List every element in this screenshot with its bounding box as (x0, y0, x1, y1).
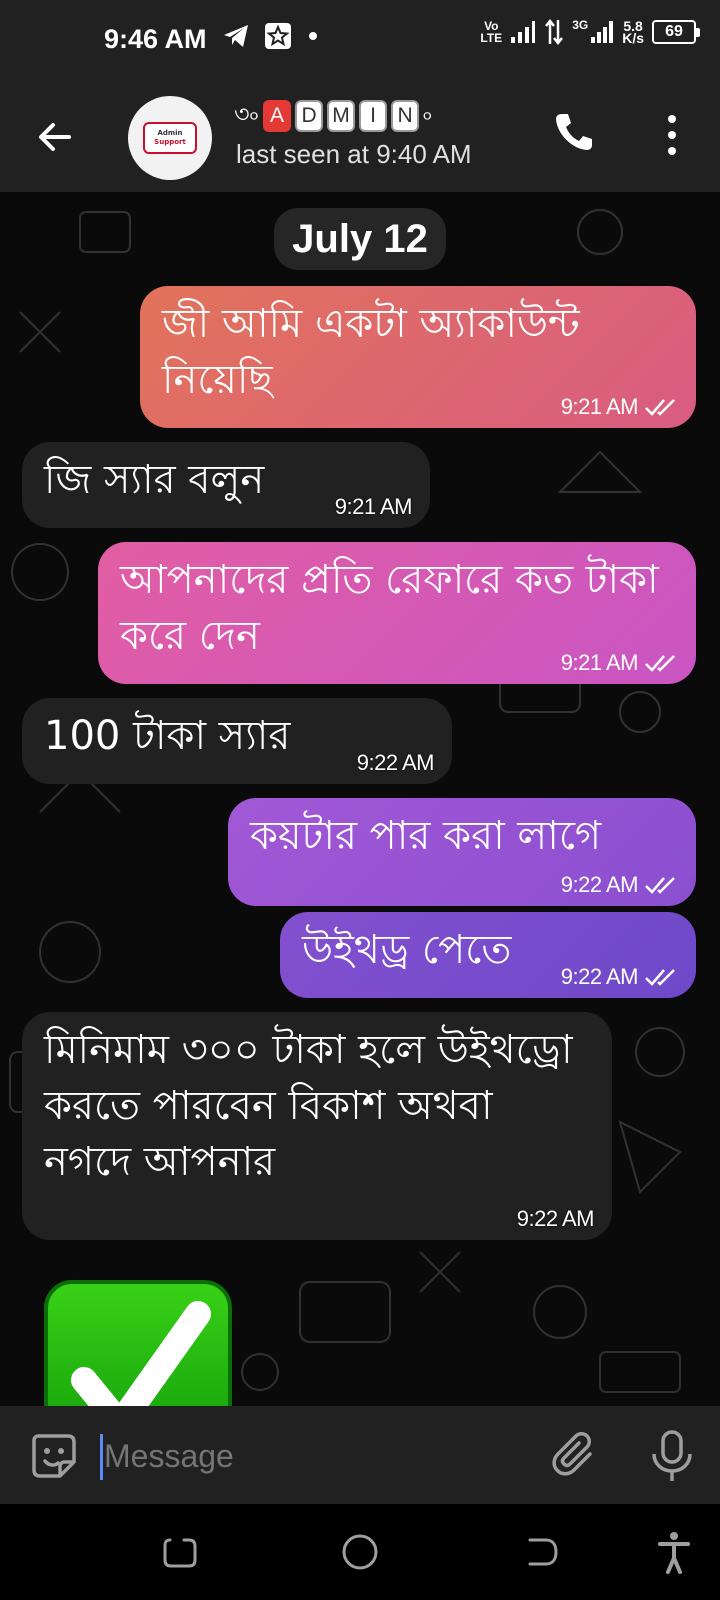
phone-icon (556, 114, 592, 150)
checkmark-sticker[interactable] (44, 1280, 232, 1406)
more-vert-icon (668, 115, 676, 155)
name-letter: N (391, 100, 420, 132)
telegram-icon (224, 25, 248, 47)
message-meta: 9:22 AM (561, 872, 678, 898)
paperclip-icon (552, 1432, 592, 1476)
message-list[interactable]: July 12 জী আমি একটা অ্যাকাউন্ট নিয়েছি 9… (0, 192, 720, 1406)
message-meta: 9:22 AM (516, 1206, 595, 1232)
accessibility-icon (658, 1532, 690, 1574)
text-cursor (100, 1434, 103, 1480)
outgoing-message[interactable]: জী আমি একটা অ্যাকাউন্ট নিয়েছি 9:21 AM (140, 286, 696, 428)
message-time: 9:21 AM (560, 650, 639, 675)
home-button[interactable] (336, 1528, 384, 1576)
message-time: 9:22 AM (560, 964, 639, 989)
signal-icon (511, 21, 536, 43)
call-button[interactable] (552, 110, 602, 160)
message-time: 9:22 AM (560, 872, 639, 897)
double-check-icon (645, 969, 675, 986)
name-letter: D (295, 100, 324, 132)
3g-indicator: 3G (572, 18, 589, 32)
date-chip: July 12 (274, 208, 446, 270)
accessibility-button[interactable] (650, 1528, 698, 1576)
name-suffix: ৹ (423, 100, 433, 128)
message-meta: 9:21 AM (561, 394, 678, 420)
name-prefix: ৩৹ (234, 100, 260, 128)
message-text: কয়টার পার করা লাগে (250, 813, 602, 859)
message-time: 9:21 AM (560, 394, 639, 419)
back-button[interactable] (30, 112, 80, 162)
back-nav-icon (528, 1538, 558, 1566)
recents-button[interactable] (156, 1528, 204, 1576)
dot-icon (309, 32, 317, 40)
voice-message-button[interactable] (646, 1428, 698, 1484)
sticker-button[interactable] (28, 1430, 80, 1482)
message-time: 9:22 AM (516, 1206, 595, 1231)
incoming-message[interactable]: জি স্যার বলুন 9:21 AM (22, 442, 430, 528)
volte-indicator: Vo LTE (480, 19, 503, 45)
sticker-icon (32, 1434, 76, 1478)
message-text: আপনাদের প্রতি রেফারে কত টাকা করে দেন (120, 557, 659, 659)
star-badge-icon (265, 23, 291, 49)
microphone-icon (652, 1430, 692, 1481)
signal-2-icon (591, 21, 614, 43)
message-meta: 9:21 AM (334, 494, 413, 520)
battery-level: 69 (665, 23, 683, 40)
status-time: 9:46 AM (104, 24, 207, 54)
system-navigation-bar (0, 1504, 720, 1600)
notification-icons (222, 22, 320, 50)
message-meta: 9:22 AM (561, 964, 678, 990)
admin-support-logo: Admin Support (143, 122, 197, 154)
name-letter: A (263, 100, 292, 132)
double-check-icon (645, 877, 675, 894)
name-letter: I (359, 100, 388, 132)
message-meta: 9:22 AM (356, 750, 435, 776)
back-nav-button[interactable] (516, 1528, 564, 1576)
avatar[interactable]: Admin Support (128, 96, 212, 180)
last-seen-status: last seen at 9:40 AM (236, 139, 472, 169)
recents-icon (163, 1538, 197, 1568)
message-text: মিনিমাম ৩০০ টাকা হলে উইথড্রো করতে পারবেন… (44, 1027, 573, 1185)
incoming-message[interactable]: 100 টাকা স্যার 9:22 AM (22, 698, 452, 784)
outgoing-message[interactable]: উইথড্র পেতে 9:22 AM (280, 912, 696, 998)
more-options-button[interactable] (650, 110, 694, 160)
data-arrows-icon (545, 18, 564, 46)
network-speed: 5.8 K/s (622, 18, 644, 46)
name-letter: M (327, 100, 356, 132)
message-text: জী আমি একটা অ্যাকাউন্ট নিয়েছি (162, 301, 580, 403)
home-circle-icon (342, 1534, 378, 1570)
back-arrow-icon (39, 123, 71, 151)
outgoing-message[interactable]: আপনাদের প্রতি রেফারে কত টাকা করে দেন 9:2… (98, 542, 696, 684)
message-composer (0, 1406, 720, 1504)
incoming-message[interactable]: মিনিমাম ৩০০ টাকা হলে উইথড্রো করতে পারবেন… (22, 1012, 612, 1240)
double-check-icon (645, 399, 675, 416)
battery-icon: 69 (652, 20, 700, 44)
double-check-icon (645, 655, 675, 672)
message-time: 9:21 AM (334, 494, 413, 519)
outgoing-message[interactable]: কয়টার পার করা লাগে 9:22 AM (228, 798, 696, 906)
check-icon (71, 1301, 211, 1406)
status-bar: 9:46 AM Vo LTE 3G 5.8 K/s 69 (0, 0, 720, 82)
message-time: 9:22 AM (356, 750, 435, 775)
system-indicators: Vo LTE 3G 5.8 K/s 69 (480, 18, 700, 46)
chat-header: Admin Support ৩৹ A D M I N ৹ last seen a… (0, 82, 720, 192)
contact-name[interactable]: ৩৹ A D M I N ৹ (234, 96, 432, 136)
message-input[interactable] (104, 1432, 524, 1480)
message-meta: 9:21 AM (561, 650, 678, 676)
attach-button[interactable] (550, 1430, 602, 1482)
